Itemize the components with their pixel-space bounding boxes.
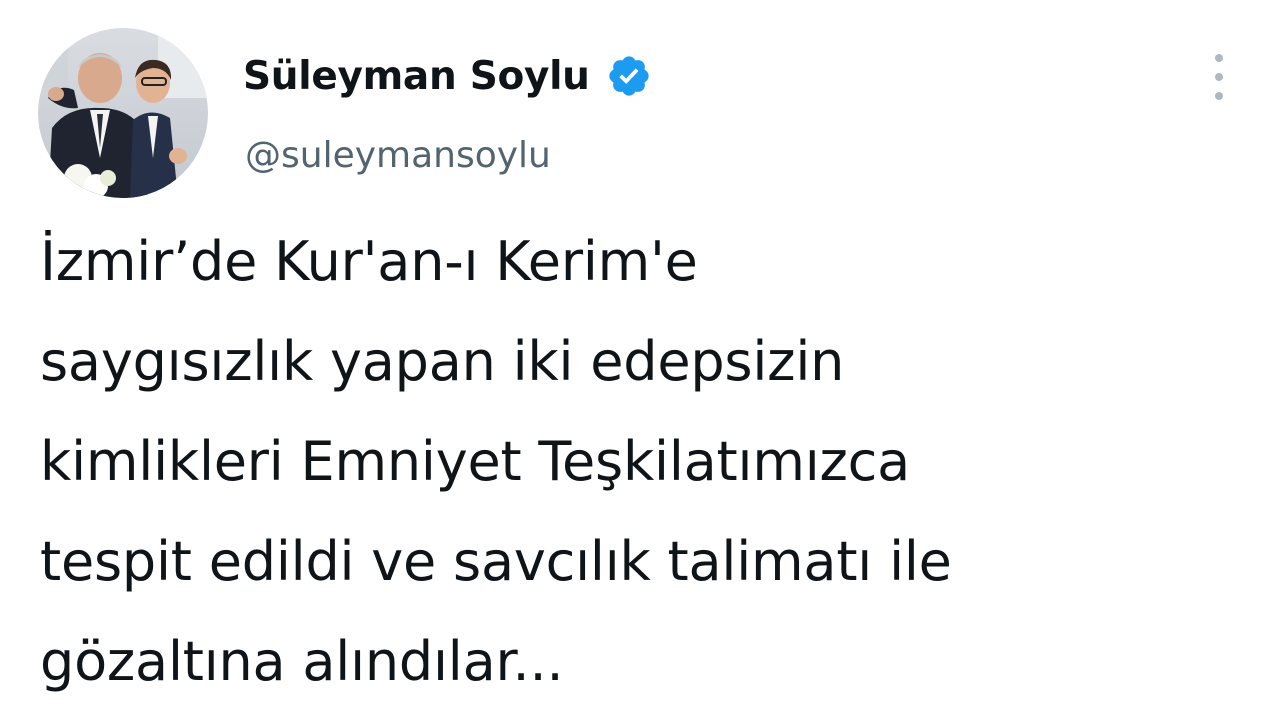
tweet-card: Süleyman Soylu @suleymansoylu İzmir’de K… (0, 0, 1280, 720)
avatar-photo (38, 28, 208, 198)
user-handle[interactable]: @suleymansoylu (245, 135, 551, 176)
display-name[interactable]: Süleyman Soylu (243, 54, 590, 99)
verified-badge-icon (606, 53, 652, 99)
tweet-text: İzmir’de Kur'an-ı Kerim'e saygısızlık ya… (40, 230, 952, 693)
user-name-row: Süleyman Soylu (243, 50, 652, 102)
more-vertical-icon[interactable] (1202, 54, 1236, 100)
profile-avatar[interactable] (38, 28, 208, 198)
